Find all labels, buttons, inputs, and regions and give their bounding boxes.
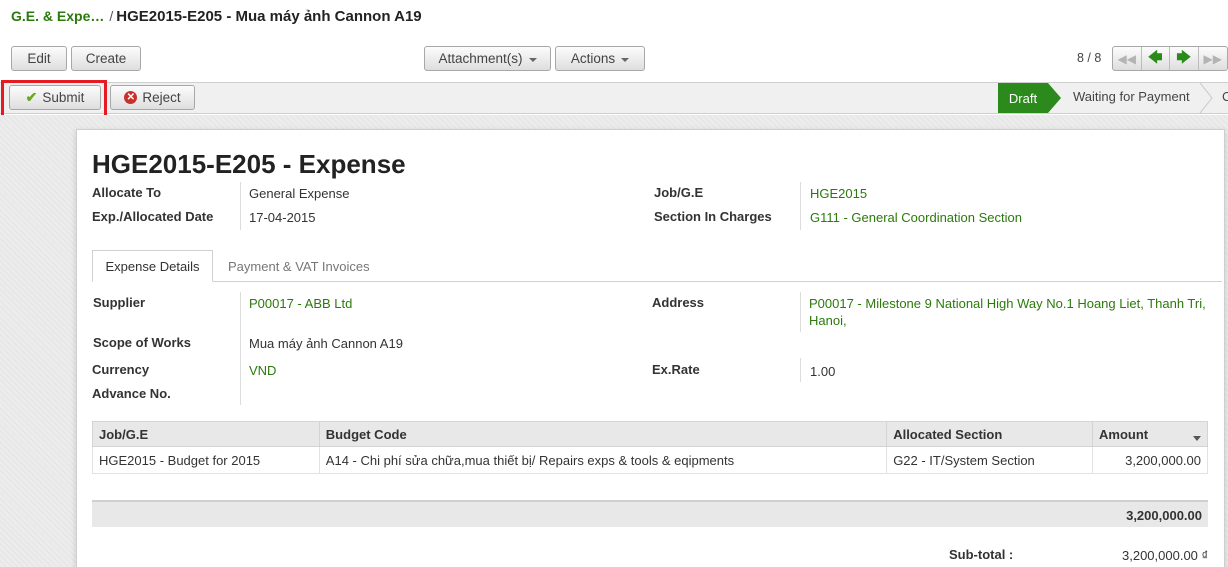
attachments-button[interactable]: Attachment(s): [424, 46, 551, 71]
reject-button-label: Reject: [142, 90, 181, 105]
breadcrumb-current: HGE2015-E205 - Mua máy ảnh Cannon A19: [116, 8, 422, 25]
edit-button-label: Edit: [27, 51, 51, 66]
section-label: Section In Charges: [654, 209, 772, 224]
column-header-amount[interactable]: Amount: [1092, 421, 1208, 447]
subtotal-label: Sub-total :: [949, 547, 1014, 562]
stage-next[interactable]: C: [1222, 89, 1228, 104]
table-total-value: 3,200,000.00: [1126, 508, 1202, 523]
field-divider: [240, 182, 241, 230]
cell-budget-code: A14 - Chi phí sửa chữa,mua thiết bị/ Rep…: [318, 446, 888, 474]
address-line-1[interactable]: P00017 - Milestone 9 National High Way N…: [809, 296, 1206, 311]
expense-lines-table: Job/G.E Budget Code Allocated Section Am…: [92, 421, 1208, 474]
reject-icon: ✕: [124, 91, 138, 104]
subtotal-value: 3,200,000.00 ₫: [1122, 548, 1209, 563]
sort-desc-icon: [1193, 435, 1201, 441]
supplier-link[interactable]: P00017 - ABB Ltd: [249, 296, 352, 311]
allocate-to-label: Allocate To: [92, 185, 162, 200]
allocate-to-value: General Expense: [249, 186, 350, 201]
actions-button-label: Actions: [570, 51, 616, 66]
create-button[interactable]: Create: [71, 46, 141, 71]
supplier-label: Supplier: [93, 295, 146, 310]
stage-waiting-for-payment[interactable]: Waiting for Payment: [1073, 89, 1190, 104]
address-line-2[interactable]: Hanoi,: [809, 313, 847, 328]
pager-counter: 8 / 8: [1077, 51, 1102, 65]
create-button-label: Create: [85, 51, 127, 66]
tab-divider: [92, 281, 1222, 282]
breadcrumb-separator: /: [109, 8, 114, 24]
column-header-allocated-section[interactable]: Allocated Section: [886, 421, 1094, 447]
cell-job: HGE2015 - Budget for 2015: [92, 446, 320, 474]
actions-button[interactable]: Actions: [555, 46, 645, 71]
chevron-down-icon: [528, 57, 537, 62]
section-link[interactable]: G111 - General Coordination Section: [810, 210, 1022, 225]
job-label: Job/G.E: [654, 185, 704, 200]
chevron-down-icon: [621, 57, 630, 62]
date-value: 17-04-2015: [249, 210, 316, 225]
column-header-amount-label: Amount: [1099, 426, 1149, 442]
submit-highlight-box: [1, 80, 107, 119]
pager-navigation: ◀◀ 🡄 🡆 ▶▶: [1112, 46, 1228, 71]
advance-label: Advance No.: [92, 386, 171, 401]
edit-button[interactable]: Edit: [11, 46, 67, 71]
date-label: Exp./Allocated Date: [92, 209, 214, 224]
page-title: HGE2015-E205 - Expense: [92, 149, 406, 179]
next-record-icon[interactable]: 🡆: [1170, 47, 1199, 70]
exrate-value: 1.00: [810, 364, 836, 379]
currency-link[interactable]: VND: [249, 363, 276, 378]
attachments-button-label: Attachment(s): [438, 51, 523, 66]
tab-expense-details-label: Expense Details: [105, 258, 200, 274]
tab-expense-details[interactable]: Expense Details: [92, 250, 213, 282]
breadcrumb-parent-link[interactable]: G.E. & Expe…: [11, 8, 104, 24]
currency-label: Currency: [92, 362, 150, 377]
column-header-budget-code[interactable]: Budget Code: [318, 421, 888, 447]
tab-payment-vat-invoices[interactable]: Payment & VAT Invoices: [228, 259, 370, 274]
last-record-icon[interactable]: ▶▶: [1199, 47, 1227, 70]
table-row[interactable]: HGE2015 - Budget for 2015 A14 - Chi phí …: [92, 446, 1208, 474]
cell-amount: 3,200,000.00: [1092, 446, 1208, 474]
previous-record-icon[interactable]: 🡄: [1142, 47, 1170, 70]
table-header-row: Job/G.E Budget Code Allocated Section Am…: [92, 421, 1208, 447]
first-record-icon[interactable]: ◀◀: [1113, 47, 1142, 70]
scope-label: Scope of Works: [93, 335, 192, 350]
breadcrumb: G.E. & Expe… / HGE2015-E205 - Mua máy ảnh …: [11, 8, 422, 25]
table-total-row: 3,200,000.00: [92, 500, 1208, 527]
field-divider: [800, 358, 801, 382]
column-header-job[interactable]: Job/G.E: [92, 421, 320, 447]
stage-separator-icon: [1199, 83, 1213, 113]
scope-value: Mua máy ảnh Cannon A19: [249, 336, 403, 351]
stage-draft: Draft: [998, 83, 1061, 113]
field-divider: [800, 182, 801, 230]
exrate-label: Ex.Rate: [652, 362, 700, 377]
field-divider: [240, 292, 241, 405]
reject-button[interactable]: ✕ Reject: [110, 85, 195, 110]
cell-allocated-section: G22 - IT/System Section: [886, 446, 1094, 474]
job-link[interactable]: HGE2015: [810, 186, 867, 201]
address-label: Address: [652, 295, 705, 310]
stage-draft-label: Draft: [1008, 90, 1038, 106]
field-divider: [800, 292, 801, 332]
